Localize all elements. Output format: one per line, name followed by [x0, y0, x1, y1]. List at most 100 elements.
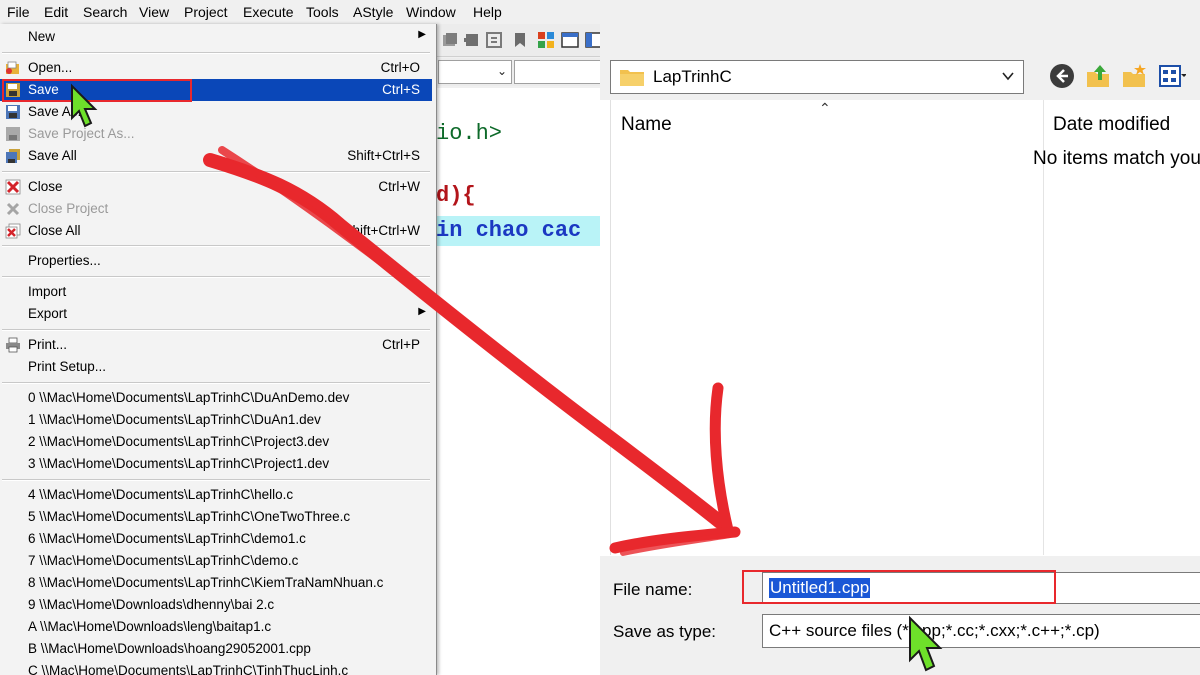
menu-item-print[interactable]: Print... Ctrl+P	[0, 334, 432, 356]
menu-item-label: 5 \\Mac\Home\Documents\LapTrinhC\OneTwoT…	[28, 509, 351, 524]
recent-file-item[interactable]: C \\Mac\Home\Documents\LapTrinhC\TinhThu…	[0, 660, 432, 675]
toolbar-bookmark-icon[interactable]	[510, 30, 530, 50]
menu-separator	[2, 382, 430, 384]
recent-file-item[interactable]: 5 \\Mac\Home\Documents\LapTrinhC\OneTwoT…	[0, 506, 432, 528]
recent-file-item[interactable]: A \\Mac\Home\Downloads\leng\baitap1.c	[0, 616, 432, 638]
close-all-icon	[5, 223, 21, 239]
toolbar	[436, 24, 600, 57]
menu-item-save-project-as[interactable]: Save Project As...	[0, 123, 432, 145]
menu-item-close-all[interactable]: Close All Shift+Ctrl+W	[0, 220, 432, 242]
sort-ascending-icon: ⌃	[819, 100, 831, 116]
menu-item-shortcut: Ctrl+P	[382, 337, 420, 352]
recent-file-item[interactable]: 7 \\Mac\Home\Documents\LapTrinhC\demo.c	[0, 550, 432, 572]
menu-item-label: 3 \\Mac\Home\Documents\LapTrinhC\Project…	[28, 456, 330, 471]
file-menu: New ▶ Open... Ctrl+O Save Ctrl+S Save As…	[0, 24, 437, 675]
menu-item-shortcut: Shift+Ctrl+S	[347, 148, 420, 163]
menu-separator	[2, 329, 430, 331]
code-line-printf: in chao cac	[436, 218, 582, 243]
recent-project-item[interactable]: 3 \\Mac\Home\Documents\LapTrinhC\Project…	[0, 453, 432, 475]
recent-project-item[interactable]: 2 \\Mac\Home\Documents\LapTrinhC\Project…	[0, 431, 432, 453]
menu-item-print-setup[interactable]: Print Setup...	[0, 356, 432, 378]
toolbar-build-icon[interactable]	[440, 30, 460, 50]
dialog-toolbar: LapTrinhC	[600, 0, 1200, 100]
menu-bar: File Edit Search View Project Execute To…	[0, 0, 600, 25]
menu-item-close[interactable]: Close Ctrl+W	[0, 176, 432, 198]
menu-item-label: Properties...	[28, 253, 101, 268]
save-as-icon	[6, 105, 20, 119]
menu-item-new[interactable]: New ▶	[0, 26, 432, 48]
menu-view[interactable]: View	[139, 4, 169, 20]
folder-icon	[620, 70, 644, 86]
code-line-include: io.h>	[436, 121, 503, 146]
menu-execute[interactable]: Execute	[243, 4, 294, 20]
toolbar-combo-row: ⌄	[436, 58, 600, 86]
menu-project[interactable]: Project	[184, 4, 228, 20]
column-header-date-modified[interactable]: Date modified	[1053, 114, 1170, 136]
menu-tools[interactable]: Tools	[306, 4, 339, 20]
member-combo[interactable]	[514, 60, 600, 84]
menu-item-save-all[interactable]: Save All Shift+Ctrl+S	[0, 145, 432, 167]
toolbar-window-icon[interactable]	[560, 30, 580, 50]
menu-window[interactable]: Window	[406, 4, 456, 20]
toolbar-grid-icon[interactable]	[536, 30, 556, 50]
file-list-view[interactable]: ⌃ Name Date modified No items match you	[610, 100, 1200, 555]
file-name-highlight-box	[742, 570, 1056, 604]
menu-item-label: Export	[28, 306, 68, 321]
view-menu-icon[interactable]	[1158, 62, 1186, 90]
submenu-arrow-icon: ▶	[418, 306, 426, 317]
recent-project-item[interactable]: 1 \\Mac\Home\Documents\LapTrinhC\DuAn1.d…	[0, 409, 432, 431]
file-name-label: File name:	[613, 580, 693, 599]
close-file-icon	[5, 179, 21, 195]
back-arrow-icon[interactable]	[1048, 62, 1076, 90]
menu-item-close-project[interactable]: Close Project	[0, 198, 432, 220]
menu-edit[interactable]: Edit	[44, 4, 68, 20]
menu-item-label: Close Project	[28, 201, 109, 216]
menu-item-export[interactable]: Export ▶	[0, 303, 432, 325]
menu-item-label: 9 \\Mac\Home\Downloads\dhenny\bai 2.c	[28, 597, 275, 612]
menu-item-label: Close	[28, 179, 63, 194]
code-editor[interactable]: io.h> d){ in chao cac	[436, 88, 600, 675]
menu-help[interactable]: Help	[473, 4, 502, 20]
chevron-down-icon	[1002, 72, 1014, 81]
new-folder-icon[interactable]	[1120, 62, 1148, 90]
menu-item-label: Print Setup...	[28, 359, 107, 374]
menu-item-label: Import	[28, 284, 67, 299]
recent-project-item[interactable]: 0 \\Mac\Home\Documents\LapTrinhC\DuAnDem…	[0, 387, 432, 409]
recent-file-item[interactable]: 4 \\Mac\Home\Documents\LapTrinhC\hello.c	[0, 484, 432, 506]
menu-item-label: 1 \\Mac\Home\Documents\LapTrinhC\DuAn1.d…	[28, 412, 321, 427]
menu-item-label: B \\Mac\Home\Downloads\hoang29052001.cpp	[28, 641, 311, 656]
printer-icon	[6, 337, 20, 353]
menu-item-label: 2 \\Mac\Home\Documents\LapTrinhC\Project…	[28, 434, 330, 449]
menu-item-shortcut: Ctrl+W	[378, 179, 420, 194]
save-as-type-select[interactable]: C++ source files (*.cpp;*.cc;*.cxx;*.c++…	[762, 614, 1200, 648]
toolbar-indent-icon[interactable]	[484, 30, 504, 50]
class-combo[interactable]: ⌄	[438, 60, 512, 84]
save-as-type-label: Save as type:	[613, 622, 717, 641]
recent-file-item[interactable]: 6 \\Mac\Home\Documents\LapTrinhC\demo1.c	[0, 528, 432, 550]
column-header-name[interactable]: Name	[621, 114, 672, 136]
menu-astyle[interactable]: AStyle	[353, 4, 393, 20]
location-text: LapTrinhC	[653, 67, 732, 86]
toolbar-layout-icon[interactable]	[584, 30, 600, 50]
menu-item-properties[interactable]: Properties...	[0, 250, 432, 272]
save-as-type-value: C++ source files (*.cpp;*.cc;*.cxx;*.c++…	[769, 621, 1100, 640]
up-folder-icon[interactable]	[1084, 62, 1112, 90]
menu-item-import[interactable]: Import	[0, 281, 432, 303]
menu-item-open[interactable]: Open... Ctrl+O	[0, 57, 432, 79]
save-all-icon	[6, 149, 20, 163]
toolbar-stop-icon[interactable]	[462, 30, 482, 50]
close-project-icon	[6, 202, 20, 216]
menu-search[interactable]: Search	[83, 4, 127, 20]
menu-item-shortcut: Shift+Ctrl+W	[343, 223, 420, 238]
menu-item-save-as[interactable]: Save As...	[0, 101, 432, 123]
recent-file-item[interactable]: 9 \\Mac\Home\Downloads\dhenny\bai 2.c	[0, 594, 432, 616]
recent-file-item[interactable]: 8 \\Mac\Home\Documents\LapTrinhC\KiemTra…	[0, 572, 432, 594]
menu-file[interactable]: File	[7, 4, 30, 20]
menu-separator	[2, 245, 430, 247]
menu-item-label: Close All	[28, 223, 81, 238]
recent-file-item[interactable]: B \\Mac\Home\Downloads\hoang29052001.cpp	[0, 638, 432, 660]
submenu-arrow-icon: ▶	[418, 29, 426, 40]
location-combo[interactable]: LapTrinhC	[610, 60, 1024, 94]
save-highlight-box	[2, 79, 192, 102]
menu-item-label: Print...	[28, 337, 68, 352]
